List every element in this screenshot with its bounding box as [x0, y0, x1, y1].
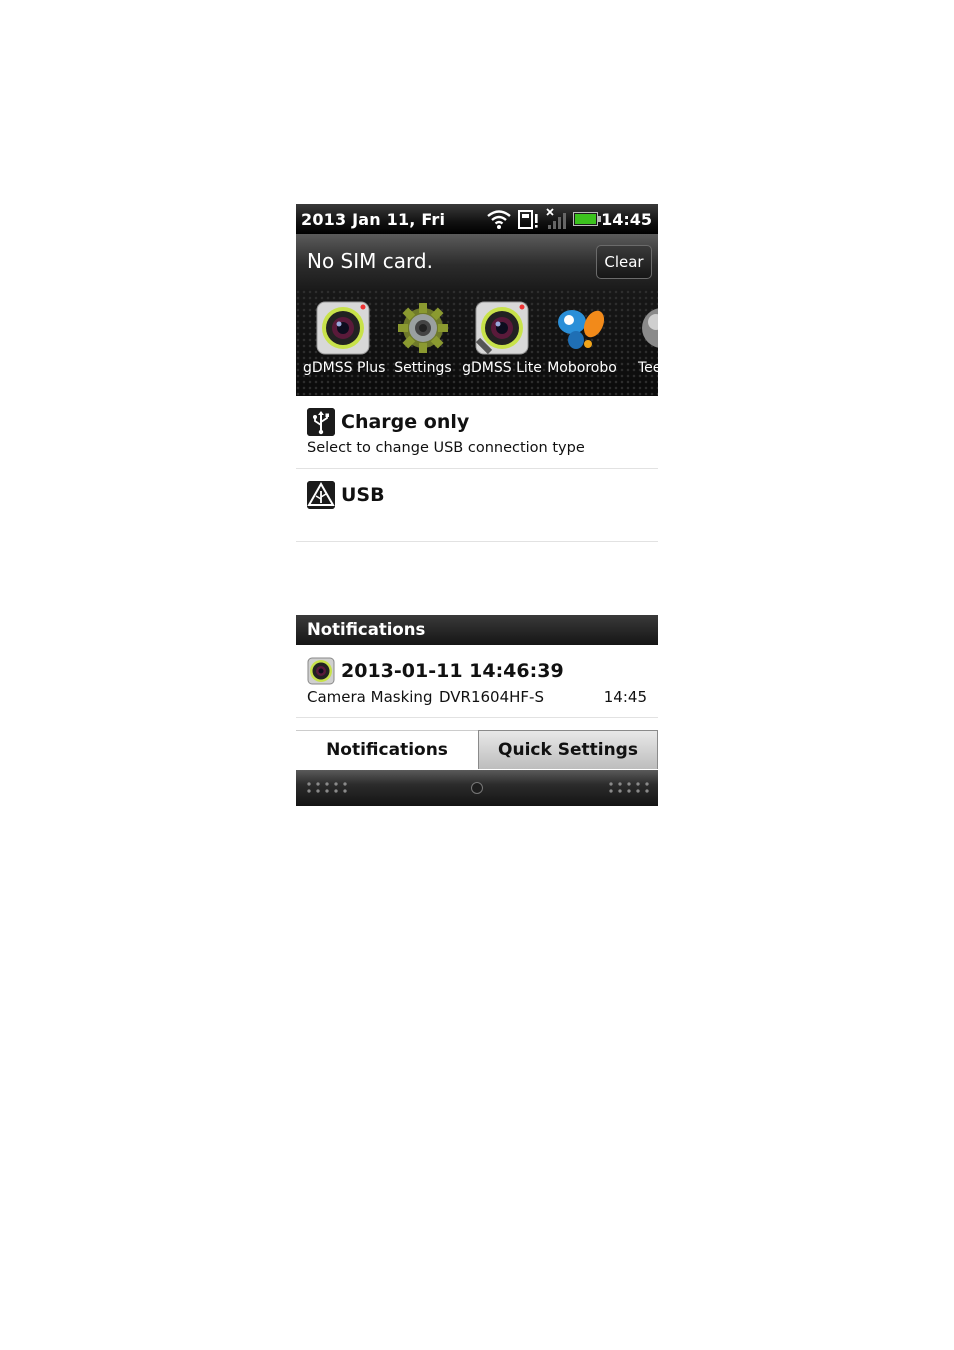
handle-knob — [471, 782, 483, 794]
recent-app-label: Moborobo — [547, 360, 617, 376]
recent-app-label: gDMSS Plus — [303, 360, 386, 376]
recent-app-tee[interactable]: Tee — [622, 300, 658, 376]
panel-tabs: Notifications Quick Settings — [296, 730, 658, 770]
ongoing-charge-only[interactable]: Charge only Select to change USB connect… — [296, 396, 658, 468]
notification-panel: 2013 Jan 11, Fri 14:45 No SIM card. Clea… — [296, 204, 658, 806]
grip-dots-right — [609, 782, 649, 796]
divider — [296, 541, 658, 542]
camera-lens-icon — [307, 657, 335, 685]
camera-lens-icon — [475, 301, 529, 355]
ongoing-usb-debugging[interactable]: USB — [296, 469, 658, 541]
recent-app-settings[interactable]: Settings — [383, 300, 463, 376]
section-title: Notifications — [307, 620, 426, 639]
recent-app-label: gDMSS Lite — [462, 360, 542, 376]
recent-apps-strip: gDMSS Plus Settings gDMSS Lite Moborobo … — [296, 290, 658, 396]
clear-button[interactable]: Clear — [596, 245, 652, 279]
status-date: 2013 Jan 11, Fri — [301, 210, 446, 229]
sd-card-warning-icon — [518, 210, 538, 229]
recent-app-label: Tee — [638, 360, 658, 376]
status-bar: 2013 Jan 11, Fri 14:45 — [296, 204, 658, 234]
recent-app-label: Settings — [394, 360, 452, 376]
battery-icon — [573, 212, 601, 226]
ongoing-title: Charge only — [341, 411, 470, 433]
usb-icon — [307, 408, 335, 436]
grip-dots-left — [307, 782, 347, 796]
divider — [296, 717, 658, 718]
notification-time: 14:45 — [603, 688, 647, 706]
tab-notifications[interactable]: Notifications — [296, 730, 478, 769]
no-signal-icon — [546, 208, 566, 229]
tab-quick-settings[interactable]: Quick Settings — [478, 730, 658, 769]
butterfly-icon — [558, 310, 605, 349]
wifi-icon — [487, 210, 511, 229]
ongoing-subtitle: Select to change USB connection type — [307, 440, 585, 456]
recent-app-gdmss-lite[interactable]: gDMSS Lite — [462, 300, 542, 376]
notification-title: 2013-01-11 14:46:39 — [341, 660, 564, 682]
carrier-status: No SIM card. — [307, 249, 433, 273]
recent-app-gdmss-plus[interactable]: gDMSS Plus — [303, 300, 386, 376]
notifications-section-header: Notifications — [296, 615, 658, 645]
panel-header: No SIM card. Clear — [296, 234, 658, 290]
notification-device: DVR1604HF-S — [439, 688, 544, 706]
drag-handle[interactable] — [296, 770, 658, 806]
gear-icon — [398, 303, 448, 353]
status-time: 14:45 — [601, 210, 652, 229]
app-icon — [642, 308, 658, 348]
notification-item[interactable]: 2013-01-11 14:46:39 Camera Masking DVR16… — [296, 645, 658, 717]
notification-text: Camera Masking — [307, 688, 433, 706]
usb-debug-warning-icon — [307, 481, 335, 509]
recent-app-moborobo[interactable]: Moborobo — [542, 300, 622, 376]
ongoing-title: USB — [341, 484, 385, 506]
camera-lens-icon — [316, 301, 370, 355]
